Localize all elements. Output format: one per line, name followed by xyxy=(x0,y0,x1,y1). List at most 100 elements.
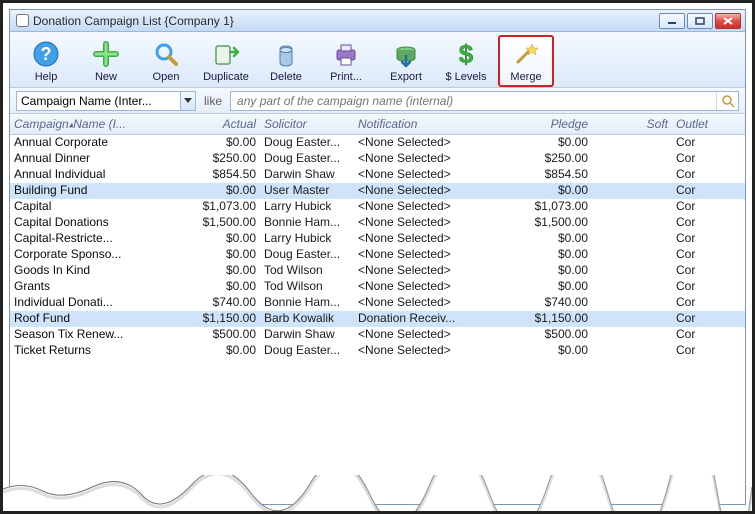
cell-name: Annual Dinner xyxy=(10,151,188,167)
cell-actual: $0.00 xyxy=(188,263,260,279)
cell-solic: Darwin Shaw xyxy=(260,327,354,343)
titlebar: Donation Campaign List {Company 1} xyxy=(10,10,745,32)
cell-soft xyxy=(592,295,672,311)
cell-soft xyxy=(592,215,672,231)
cell-outlet: Cor xyxy=(672,343,716,359)
cell-notif: <None Selected> xyxy=(354,215,478,231)
table-row[interactable]: Annual Corporate$0.00Doug Easter...<None… xyxy=(10,135,745,151)
cell-solic: Tod Wilson xyxy=(260,263,354,279)
cell-name: Goods In Kind xyxy=(10,263,188,279)
cell-soft xyxy=(592,183,672,199)
cell-soft xyxy=(592,263,672,279)
cell-actual: $740.00 xyxy=(188,295,260,311)
cell-solic: Doug Easter... xyxy=(260,343,354,359)
table-row[interactable]: Ticket Returns$0.00Doug Easter...<None S… xyxy=(10,343,745,359)
cell-actual: $0.00 xyxy=(188,343,260,359)
toolbar-label: Delete xyxy=(270,71,302,83)
minimize-icon xyxy=(667,17,677,25)
search-input[interactable] xyxy=(231,94,716,108)
cell-solic: Larry Hubick xyxy=(260,231,354,247)
cell-solic: Bonnie Ham... xyxy=(260,295,354,311)
cell-actual: $0.00 xyxy=(188,183,260,199)
duplicate-icon xyxy=(210,38,242,70)
help-button[interactable]: ?Help xyxy=(18,35,74,87)
svg-text:$: $ xyxy=(459,40,474,68)
cell-actual: $500.00 xyxy=(188,327,260,343)
chevron-down-icon[interactable] xyxy=(180,92,195,110)
cell-outlet: Cor xyxy=(672,279,716,295)
column-header-name[interactable]: Campaign▴Name (I... xyxy=(10,115,188,134)
close-button[interactable] xyxy=(715,13,741,29)
cell-outlet: Cor xyxy=(672,327,716,343)
cell-outlet: Cor xyxy=(672,199,716,215)
minimize-button[interactable] xyxy=(659,13,685,29)
cell-soft xyxy=(592,343,672,359)
open-icon xyxy=(150,38,182,70)
titlebar-checkbox[interactable] xyxy=(16,14,29,27)
cell-pledge: $0.00 xyxy=(478,263,592,279)
table-row[interactable]: Annual Dinner$250.00Doug Easter...<None … xyxy=(10,151,745,167)
cell-notif: <None Selected> xyxy=(354,247,478,263)
table-row[interactable]: Individual Donati...$740.00Bonnie Ham...… xyxy=(10,295,745,311)
table-row[interactable]: Building Fund$0.00User Master<None Selec… xyxy=(10,183,745,199)
cell-outlet: Cor xyxy=(672,311,716,327)
cell-pledge: $500.00 xyxy=(478,327,592,343)
table-row[interactable]: Corporate Sponso...$0.00Doug Easter...<N… xyxy=(10,247,745,263)
column-header-solic[interactable]: Solicitor xyxy=(260,115,354,134)
cell-name: Capital xyxy=(10,199,188,215)
toolbar-label: Duplicate xyxy=(203,71,249,83)
export-button[interactable]: Export xyxy=(378,35,434,87)
cell-pledge: $1,150.00 xyxy=(478,311,592,327)
column-header-outlet[interactable]: Outlet xyxy=(672,115,716,134)
search-button[interactable] xyxy=(716,92,738,110)
table-row[interactable]: Grants$0.00Tod Wilson<None Selected>$0.0… xyxy=(10,279,745,295)
dollar-button[interactable]: $ $ Levels xyxy=(438,35,494,87)
cell-notif: <None Selected> xyxy=(354,263,478,279)
new-button[interactable]: New xyxy=(78,35,134,87)
print-button[interactable]: Print... xyxy=(318,35,374,87)
cell-solic: Barb Kowalik xyxy=(260,311,354,327)
filter-field-input[interactable] xyxy=(17,94,180,108)
cell-outlet: Cor xyxy=(672,231,716,247)
cell-actual: $854.50 xyxy=(188,167,260,183)
delete-button[interactable]: Delete xyxy=(258,35,314,87)
cell-soft xyxy=(592,327,672,343)
cell-name: Capital Donations xyxy=(10,215,188,231)
column-header-pledge[interactable]: Pledge xyxy=(478,115,592,134)
cell-name: Capital-Restricte... xyxy=(10,231,188,247)
window-title: Donation Campaign List {Company 1} xyxy=(33,14,659,28)
cell-soft xyxy=(592,167,672,183)
cell-actual: $1,500.00 xyxy=(188,215,260,231)
open-button[interactable]: Open xyxy=(138,35,194,87)
column-header-notif[interactable]: Notification xyxy=(354,115,478,134)
cell-outlet: Cor xyxy=(672,135,716,151)
cell-pledge: $0.00 xyxy=(478,247,592,263)
table-row[interactable]: Capital$1,073.00Larry Hubick<None Select… xyxy=(10,199,745,215)
cell-soft xyxy=(592,151,672,167)
cell-solic: Darwin Shaw xyxy=(260,167,354,183)
screenshot-frame: Donation Campaign List {Company 1} ?Help… xyxy=(0,0,755,514)
table-row[interactable]: Season Tix Renew...$500.00Darwin Shaw<No… xyxy=(10,327,745,343)
column-header-actual[interactable]: Actual xyxy=(188,115,260,134)
toolbar-label: Export xyxy=(390,71,422,83)
grid-body[interactable]: Annual Corporate$0.00Doug Easter...<None… xyxy=(10,135,745,484)
table-row[interactable]: Capital Donations$1,500.00Bonnie Ham...<… xyxy=(10,215,745,231)
filter-field-combo[interactable] xyxy=(16,91,196,111)
table-row[interactable]: Annual Individual$854.50Darwin Shaw<None… xyxy=(10,167,745,183)
search-box[interactable] xyxy=(230,91,739,111)
merge-button[interactable]: Merge xyxy=(498,35,554,87)
toolbar-label: $ Levels xyxy=(446,71,487,83)
table-row[interactable]: Roof Fund$1,150.00Barb KowalikDonation R… xyxy=(10,311,745,327)
cell-actual: $0.00 xyxy=(188,247,260,263)
table-row[interactable]: Capital-Restricte...$0.00Larry Hubick<No… xyxy=(10,231,745,247)
cell-soft xyxy=(592,247,672,263)
toolbar-label: Help xyxy=(35,71,58,83)
column-header-soft[interactable]: Soft xyxy=(592,115,672,134)
cell-pledge: $0.00 xyxy=(478,183,592,199)
maximize-button[interactable] xyxy=(687,13,713,29)
cell-outlet: Cor xyxy=(672,295,716,311)
duplicate-button[interactable]: Duplicate xyxy=(198,35,254,87)
cell-actual: $0.00 xyxy=(188,231,260,247)
table-row[interactable]: Goods In Kind$0.00Tod Wilson<None Select… xyxy=(10,263,745,279)
print-icon xyxy=(330,38,362,70)
